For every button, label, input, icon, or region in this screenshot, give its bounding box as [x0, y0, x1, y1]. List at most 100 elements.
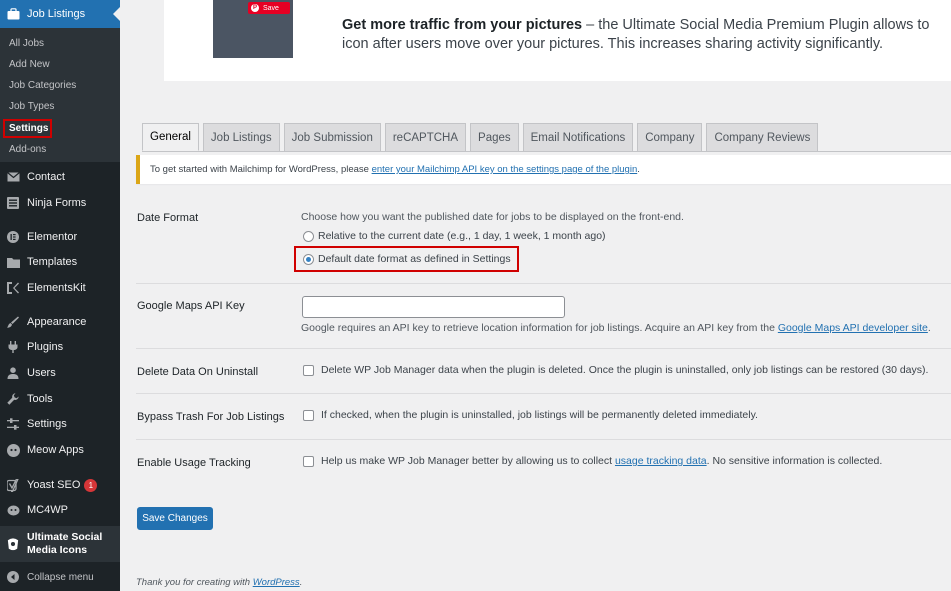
usage-tracking-option[interactable]: Help us make WP Job Manager better by al…: [303, 455, 882, 467]
mc4wp-icon: [6, 503, 20, 517]
date-format-description: Choose how you want the published date f…: [301, 211, 684, 223]
bypass-trash-option[interactable]: If checked, when the plugin is uninstall…: [303, 409, 758, 421]
date-format-row: Date Format Choose how you want the publ…: [136, 207, 951, 283]
delete-data-label: Delete Data On Uninstall: [137, 366, 259, 378]
wrench-icon: [6, 392, 20, 406]
tabs-divider: [142, 151, 951, 152]
google-maps-api-key-input[interactable]: [302, 296, 565, 318]
mail-icon: [6, 170, 20, 184]
tab-email-notifications[interactable]: Email Notifications: [522, 123, 634, 151]
submenu-job-types[interactable]: Job Types: [9, 101, 54, 112]
tab-company[interactable]: Company: [637, 123, 703, 151]
relative-date-label: Relative to the current date (e.g., 1 da…: [318, 230, 606, 242]
menu-plugins[interactable]: Plugins: [0, 333, 120, 361]
menu-job-listings[interactable]: Job Listings: [0, 0, 120, 28]
menu-label: Tools: [27, 393, 53, 405]
promo-image: P Save: [213, 0, 293, 58]
menu-label: ElementsKit: [27, 282, 86, 294]
briefcase-icon: [6, 7, 20, 21]
promo-headline: Get more traffic from your pictures: [342, 17, 583, 33]
usage-tracking-row: Enable Usage Tracking Help us make WP Jo…: [136, 440, 951, 485]
bypass-trash-description: If checked, when the plugin is uninstall…: [321, 409, 758, 421]
bypass-trash-checkbox[interactable]: [303, 409, 314, 421]
google-maps-description: Google requires an API key to retrieve l…: [301, 322, 931, 334]
mailchimp-notice: To get started with Mailchimp for WordPr…: [136, 155, 951, 184]
menu-mc4wp[interactable]: MC4WP: [0, 496, 120, 524]
bypass-trash-row: Bypass Trash For Job Listings If checked…: [136, 394, 951, 439]
yoast-icon: [6, 478, 20, 492]
brush-icon: [6, 315, 20, 329]
menu-label: Users: [27, 367, 56, 379]
pinterest-icon: P: [251, 4, 259, 12]
menu-elementor[interactable]: Elementor: [0, 223, 120, 251]
menu-label: Appearance: [27, 316, 87, 328]
promo-text-line-1: – the Ultimate Social Media Premium Plug…: [582, 17, 930, 33]
save-changes-button[interactable]: Save Changes: [137, 507, 213, 530]
submenu-job-categories[interactable]: Job Categories: [9, 80, 76, 91]
menu-users[interactable]: Users: [0, 359, 120, 387]
menu-yoast-seo[interactable]: Yoast SEO 1: [0, 471, 120, 499]
forms-icon: [6, 196, 20, 210]
menu-label: MC4WP: [27, 504, 68, 516]
bypass-trash-label: Bypass Trash For Job Listings: [137, 411, 285, 423]
collapse-arrow-icon: [6, 570, 20, 584]
menu-label: Elementor: [27, 231, 78, 243]
default-date-highlight-box: [294, 246, 519, 272]
promo-banner: P Save Get more traffic from your pictur…: [164, 0, 951, 81]
usmi-icon: [6, 537, 20, 551]
date-format-relative-option[interactable]: Relative to the current date (e.g., 1 da…: [303, 230, 606, 242]
menu-label: Meow Apps: [27, 444, 84, 456]
usage-tracking-description: Help us make WP Job Manager better by al…: [321, 455, 883, 467]
delete-data-option[interactable]: Delete WP Job Manager data when the plug…: [303, 364, 928, 376]
menu-label: Contact: [27, 171, 65, 183]
pinterest-save-button: P Save: [248, 2, 290, 14]
elementor-icon: [6, 230, 20, 244]
main-content: P Save Get more traffic from your pictur…: [120, 0, 951, 591]
notice-link[interactable]: enter your Mailchimp API key on the sett…: [372, 164, 638, 175]
submenu-add-ons[interactable]: Add-ons: [9, 144, 46, 155]
menu-appearance[interactable]: Appearance: [0, 308, 120, 336]
usage-tracking-label: Enable Usage Tracking: [137, 457, 251, 469]
promo-text: Get more traffic from your pictures – th…: [342, 16, 951, 54]
tab-company-reviews[interactable]: Company Reviews: [706, 123, 819, 151]
delete-data-checkbox[interactable]: [303, 364, 314, 376]
tab-general[interactable]: General: [142, 123, 199, 151]
folder-icon: [6, 255, 20, 269]
menu-ultimate-social-media-icons[interactable]: Ultimate Social Media Icons: [0, 526, 120, 562]
usage-tracking-link[interactable]: usage tracking data: [615, 455, 707, 467]
notice-end: .: [637, 164, 640, 175]
date-format-label: Date Format: [137, 212, 199, 224]
wordpress-link[interactable]: WordPress: [253, 577, 300, 588]
menu-meow-apps[interactable]: Meow Apps: [0, 436, 120, 464]
menu-label: Job Listings: [27, 8, 86, 20]
meow-icon: [6, 443, 20, 457]
plug-icon: [6, 340, 20, 354]
google-maps-developer-link[interactable]: Google Maps API developer site: [778, 322, 928, 334]
settings-tabs: General Job Listings Job Submission reCA…: [142, 123, 822, 151]
relative-date-radio[interactable]: [303, 230, 314, 242]
menu-tools[interactable]: Tools: [0, 385, 120, 413]
collapse-label: Collapse menu: [27, 571, 94, 583]
tab-job-listings[interactable]: Job Listings: [202, 123, 280, 151]
tab-pages[interactable]: Pages: [470, 123, 519, 151]
tab-job-submission[interactable]: Job Submission: [283, 123, 381, 151]
promo-text-line-2: icon after users move over your pictures…: [342, 36, 884, 52]
menu-elementskit[interactable]: ElementsKit: [0, 274, 120, 302]
notice-text: To get started with Mailchimp for WordPr…: [150, 164, 369, 175]
menu-label: Settings: [27, 418, 67, 430]
notification-badge: 1: [84, 478, 98, 492]
menu-settings[interactable]: Settings: [0, 410, 120, 438]
footer-credit: Thank you for creating with WordPress.: [136, 577, 303, 588]
collapse-menu-button[interactable]: Collapse menu: [0, 563, 120, 591]
usage-tracking-checkbox[interactable]: [303, 455, 314, 467]
menu-ninja-forms[interactable]: Ninja Forms: [0, 189, 120, 217]
menu-label: Templates: [27, 256, 78, 268]
admin-sidebar: Job Listings All Jobs Add New Job Catego…: [0, 0, 120, 591]
menu-contact[interactable]: Contact: [0, 163, 120, 191]
menu-label: Yoast SEO: [27, 479, 81, 491]
menu-templates[interactable]: Templates: [0, 248, 120, 276]
tab-recaptcha[interactable]: reCAPTCHA: [384, 123, 467, 151]
submenu-all-jobs[interactable]: All Jobs: [9, 38, 44, 49]
elementskit-icon: [6, 281, 20, 295]
submenu-add-new[interactable]: Add New: [9, 59, 50, 70]
